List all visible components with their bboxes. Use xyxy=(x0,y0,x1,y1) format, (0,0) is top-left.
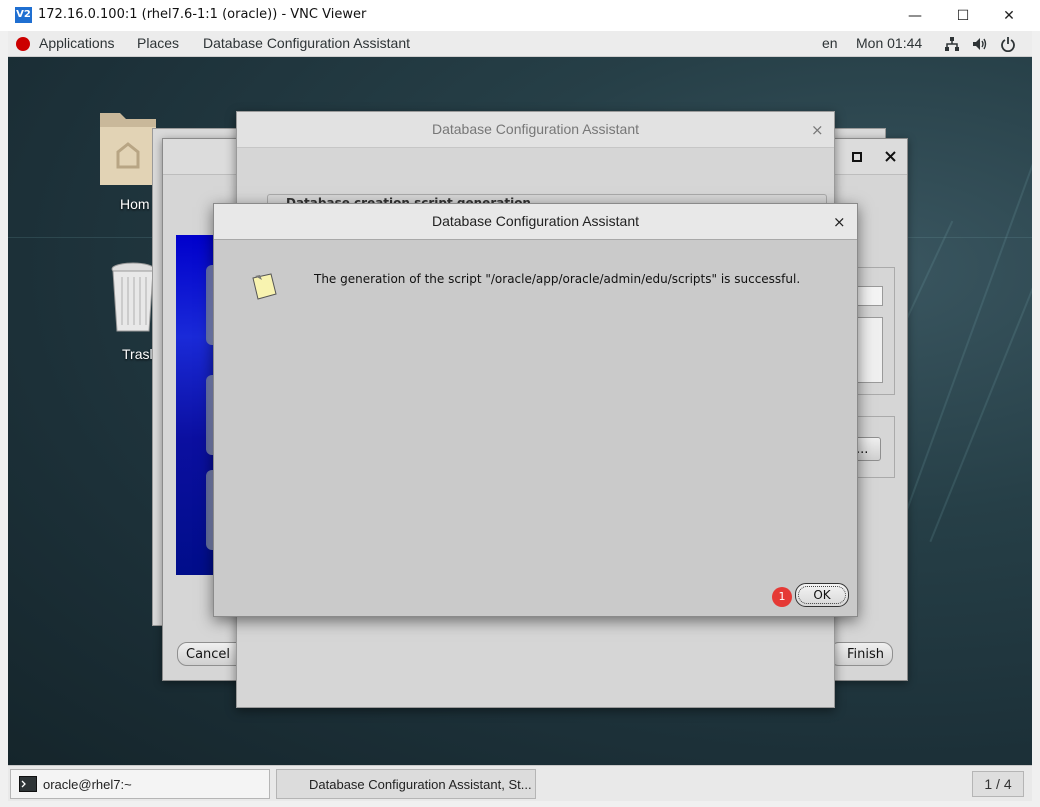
close-icon[interactable] xyxy=(885,151,896,162)
maximize-icon[interactable] xyxy=(852,152,862,162)
taskbar-terminal[interactable]: oracle@rhel7:~ xyxy=(10,769,270,799)
step-badge: 1 xyxy=(772,587,792,607)
success-dialog: Database Configuration Assistant × The g… xyxy=(213,203,858,617)
minimize-button[interactable]: — xyxy=(892,0,938,31)
maximize-button[interactable]: ☐ xyxy=(940,0,986,31)
group-box-fragment xyxy=(853,267,895,395)
dialog-titlebar: Database Configuration Assistant × xyxy=(214,204,857,240)
clock[interactable]: Mon 01:44 xyxy=(856,35,922,51)
network-icon[interactable] xyxy=(944,36,960,52)
vnc-titlebar: V2 172.16.0.100:1 (rhel7.6-1:1 (oracle))… xyxy=(0,0,1040,31)
trash-label[interactable]: Trasl xyxy=(122,346,153,362)
dialog-title: Database Configuration Assistant xyxy=(431,213,639,229)
close-icon[interactable]: × xyxy=(833,213,846,231)
places-menu[interactable]: Places xyxy=(137,35,179,51)
gnome-top-bar: Applications Places Database Configurati… xyxy=(8,31,1032,57)
dialog-message: The generation of the script "/oracle/ap… xyxy=(314,272,801,286)
trash-icon[interactable] xyxy=(110,261,156,333)
taskbar: oracle@rhel7:~ Database Configuration As… xyxy=(8,765,1032,801)
vnc-window-title: 172.16.0.100:1 (rhel7.6-1:1 (oracle)) - … xyxy=(38,7,367,22)
home-folder-label[interactable]: Hom xyxy=(120,196,150,212)
terminal-icon xyxy=(19,776,37,792)
dbca-progress-titlebar: Database Configuration Assistant × xyxy=(237,112,834,148)
language-indicator[interactable]: en xyxy=(822,35,838,51)
note-icon xyxy=(252,273,277,300)
volume-icon[interactable] xyxy=(972,36,988,52)
taskbar-terminal-label: oracle@rhel7:~ xyxy=(43,776,132,792)
window-title: Database Configuration Assistant xyxy=(431,121,639,137)
group-box-fragment-2 xyxy=(853,416,895,478)
power-icon[interactable] xyxy=(1000,36,1016,52)
close-button[interactable]: ✕ xyxy=(986,0,1032,31)
home-folder-icon[interactable] xyxy=(98,107,158,189)
ok-button[interactable]: OK xyxy=(795,583,849,607)
workspace-indicator[interactable]: 1 / 4 xyxy=(972,771,1024,797)
vnc-logo-icon: V2 xyxy=(15,7,32,23)
active-app-menu[interactable]: Database Configuration Assistant xyxy=(203,35,410,51)
redhat-icon xyxy=(16,37,30,51)
taskbar-dbca[interactable]: Database Configuration Assistant, St... xyxy=(276,769,536,799)
finish-button[interactable]: Finish xyxy=(829,642,893,666)
taskbar-dbca-label: Database Configuration Assistant, St... xyxy=(309,776,532,792)
close-icon[interactable]: × xyxy=(811,121,824,139)
applications-menu[interactable]: Applications xyxy=(39,35,115,51)
